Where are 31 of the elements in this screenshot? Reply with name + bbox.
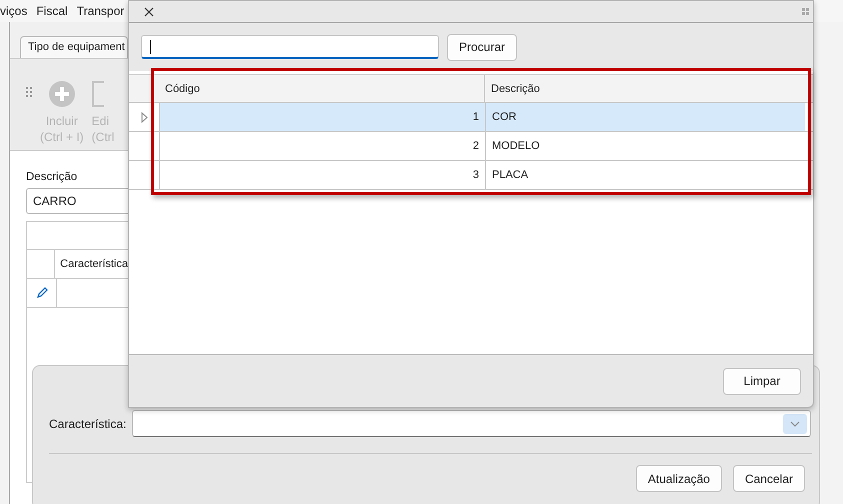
grip-icon (26, 87, 32, 97)
menu-item[interactable]: Transpor (76, 2, 124, 20)
field-label: Descrição (26, 171, 78, 183)
table-cell: 2 (160, 132, 486, 160)
pencil-icon (36, 287, 48, 299)
characteristic-dropdown[interactable] (132, 410, 811, 437)
close-icon (144, 6, 154, 16)
column-header[interactable]: Característica (55, 250, 128, 278)
field-label: Característica: (49, 416, 126, 430)
table-row[interactable]: 2 MODELO (129, 132, 813, 161)
plus-icon (48, 81, 75, 107)
table-row[interactable]: 1 COR (129, 103, 813, 132)
panel-button[interactable]: Atualização (636, 465, 722, 492)
table-cell-text: PLACA (491, 168, 530, 183)
row-pointer-icon (140, 112, 148, 122)
table-row[interactable]: 3 PLACA (129, 161, 813, 190)
clear-button[interactable]: Limpar (723, 368, 801, 394)
table-cell-text: MODELO (491, 139, 541, 154)
table-cell: COR (486, 103, 805, 131)
search-field[interactable] (141, 35, 439, 59)
search-button[interactable]: Procurar (447, 34, 518, 60)
panel-button[interactable]: Cancelar (732, 465, 805, 492)
tab[interactable]: Tipo de equipament (20, 36, 128, 58)
column-header[interactable]: Descrição (485, 75, 805, 102)
chevron-down-icon (790, 420, 800, 426)
menu-item[interactable]: viços (0, 2, 28, 20)
table-cell: 1 (160, 103, 486, 131)
table-cell: 3 (160, 161, 486, 189)
menu-item[interactable]: Fiscal (36, 2, 68, 20)
grip-icon (802, 8, 809, 15)
column-header[interactable]: Código (159, 75, 485, 102)
